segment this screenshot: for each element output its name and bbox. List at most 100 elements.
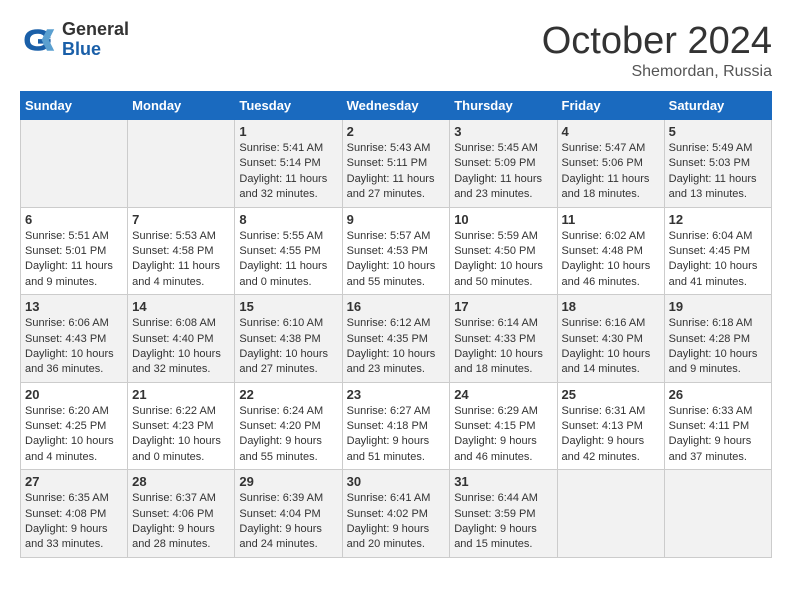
day-number: 19	[669, 299, 767, 314]
day-info: Sunrise: 5:59 AM Sunset: 4:50 PM Dayligh…	[454, 229, 552, 291]
weekday-header-friday: Friday	[557, 92, 664, 120]
day-number: 12	[669, 212, 767, 227]
logo-general: General	[62, 20, 129, 40]
day-info: Sunrise: 6:08 AM Sunset: 4:40 PM Dayligh…	[132, 316, 230, 378]
day-info: Sunrise: 5:45 AM Sunset: 5:09 PM Dayligh…	[454, 141, 552, 203]
day-info: Sunrise: 6:29 AM Sunset: 4:15 PM Dayligh…	[454, 404, 552, 466]
calendar-cell: 27 Sunrise: 6:35 AM Sunset: 4:08 PM Dayli…	[21, 470, 128, 558]
calendar-week-3: 13Sunrise: 6:06 AM Sunset: 4:43 PM Dayli…	[21, 295, 772, 383]
day-info: Sunrise: 5:41 AM Sunset: 5:14 PM Dayligh…	[239, 141, 337, 203]
calendar-cell: 17Sunrise: 6:14 AM Sunset: 4:33 PM Dayli…	[450, 295, 557, 383]
calendar-cell: 22 Sunrise: 6:24 AM Sunset: 4:20 PM Dayli…	[235, 382, 342, 470]
day-info: Sunrise: 6:39 AM Sunset: 4:04 PM Dayligh…	[239, 491, 337, 553]
day-number: 18	[562, 299, 660, 314]
calendar-cell: 25 Sunrise: 6:31 AM Sunset: 4:13 PM Dayli…	[557, 382, 664, 470]
day-number: 11	[562, 212, 660, 227]
day-info: Sunrise: 6:27 AM Sunset: 4:18 PM Dayligh…	[347, 404, 446, 466]
calendar-body: 1 Sunrise: 5:41 AM Sunset: 5:14 PM Daylig…	[21, 120, 772, 558]
day-number: 26	[669, 387, 767, 402]
calendar-table: SundayMondayTuesdayWednesdayThursdayFrid…	[20, 91, 772, 558]
day-info: Sunrise: 6:22 AM Sunset: 4:23 PM Dayligh…	[132, 404, 230, 466]
day-info: Sunrise: 6:20 AM Sunset: 4:25 PM Dayligh…	[25, 404, 123, 466]
day-info: Sunrise: 5:51 AM Sunset: 5:01 PM Dayligh…	[25, 229, 123, 291]
day-info: Sunrise: 5:57 AM Sunset: 4:53 PM Dayligh…	[347, 229, 446, 291]
calendar-cell: 23 Sunrise: 6:27 AM Sunset: 4:18 PM Dayli…	[342, 382, 450, 470]
calendar-cell: 20 Sunrise: 6:20 AM Sunset: 4:25 PM Dayli…	[21, 382, 128, 470]
day-info: Sunrise: 6:35 AM Sunset: 4:08 PM Dayligh…	[25, 491, 123, 553]
calendar-cell: 18 Sunrise: 6:16 AM Sunset: 4:30 PM Dayli…	[557, 295, 664, 383]
calendar-cell: 24 Sunrise: 6:29 AM Sunset: 4:15 PM Dayli…	[450, 382, 557, 470]
calendar-cell: 1 Sunrise: 5:41 AM Sunset: 5:14 PM Daylig…	[235, 120, 342, 208]
weekday-header-tuesday: Tuesday	[235, 92, 342, 120]
calendar-cell: 19 Sunrise: 6:18 AM Sunset: 4:28 PM Dayli…	[664, 295, 771, 383]
day-info: Sunrise: 6:14 AM Sunset: 4:33 PM Dayligh…	[454, 316, 552, 378]
day-info: Sunrise: 6:16 AM Sunset: 4:30 PM Dayligh…	[562, 316, 660, 378]
day-number: 29	[239, 474, 337, 489]
calendar-cell	[664, 470, 771, 558]
day-number: 4	[562, 124, 660, 139]
weekday-header-monday: Monday	[128, 92, 235, 120]
calendar-cell: 29 Sunrise: 6:39 AM Sunset: 4:04 PM Dayli…	[235, 470, 342, 558]
day-number: 15	[239, 299, 337, 314]
calendar-week-2: 6 Sunrise: 5:51 AM Sunset: 5:01 PM Daylig…	[21, 207, 772, 295]
day-info: Sunrise: 5:47 AM Sunset: 5:06 PM Dayligh…	[562, 141, 660, 203]
day-info: Sunrise: 5:53 AM Sunset: 4:58 PM Dayligh…	[132, 229, 230, 291]
day-info: Sunrise: 5:43 AM Sunset: 5:11 PM Dayligh…	[347, 141, 446, 203]
calendar-cell: 2 Sunrise: 5:43 AM Sunset: 5:11 PM Daylig…	[342, 120, 450, 208]
day-number: 22	[239, 387, 337, 402]
day-info: Sunrise: 6:12 AM Sunset: 4:35 PM Dayligh…	[347, 316, 446, 378]
day-info: Sunrise: 6:06 AM Sunset: 4:43 PM Dayligh…	[25, 316, 123, 378]
day-number: 31	[454, 474, 552, 489]
day-number: 6	[25, 212, 123, 227]
calendar-week-5: 27 Sunrise: 6:35 AM Sunset: 4:08 PM Dayli…	[21, 470, 772, 558]
day-number: 16	[347, 299, 446, 314]
day-info: Sunrise: 6:18 AM Sunset: 4:28 PM Dayligh…	[669, 316, 767, 378]
logo: General Blue	[20, 20, 129, 60]
calendar-cell	[128, 120, 235, 208]
weekday-header-row: SundayMondayTuesdayWednesdayThursdayFrid…	[21, 92, 772, 120]
day-number: 30	[347, 474, 446, 489]
logo-blue: Blue	[62, 40, 129, 60]
day-number: 2	[347, 124, 446, 139]
calendar-cell: 14Sunrise: 6:08 AM Sunset: 4:40 PM Dayli…	[128, 295, 235, 383]
day-info: Sunrise: 6:44 AM Sunset: 3:59 PM Dayligh…	[454, 491, 552, 553]
day-info: Sunrise: 6:04 AM Sunset: 4:45 PM Dayligh…	[669, 229, 767, 291]
weekday-header-sunday: Sunday	[21, 92, 128, 120]
calendar-cell: 28 Sunrise: 6:37 AM Sunset: 4:06 PM Dayli…	[128, 470, 235, 558]
header: General Blue October 2024 Shemordan, Rus…	[20, 20, 772, 81]
day-number: 23	[347, 387, 446, 402]
day-number: 27	[25, 474, 123, 489]
calendar-cell: 3Sunrise: 5:45 AM Sunset: 5:09 PM Daylig…	[450, 120, 557, 208]
day-info: Sunrise: 5:55 AM Sunset: 4:55 PM Dayligh…	[239, 229, 337, 291]
calendar-cell: 30Sunrise: 6:41 AM Sunset: 4:02 PM Dayli…	[342, 470, 450, 558]
day-number: 25	[562, 387, 660, 402]
day-number: 20	[25, 387, 123, 402]
calendar-cell: 7 Sunrise: 5:53 AM Sunset: 4:58 PM Daylig…	[128, 207, 235, 295]
day-number: 8	[239, 212, 337, 227]
day-number: 21	[132, 387, 230, 402]
day-info: Sunrise: 6:37 AM Sunset: 4:06 PM Dayligh…	[132, 491, 230, 553]
day-info: Sunrise: 6:31 AM Sunset: 4:13 PM Dayligh…	[562, 404, 660, 466]
day-info: Sunrise: 6:24 AM Sunset: 4:20 PM Dayligh…	[239, 404, 337, 466]
day-number: 7	[132, 212, 230, 227]
logo-icon	[20, 22, 56, 58]
calendar-cell: 9 Sunrise: 5:57 AM Sunset: 4:53 PM Daylig…	[342, 207, 450, 295]
calendar-cell	[21, 120, 128, 208]
day-info: Sunrise: 6:02 AM Sunset: 4:48 PM Dayligh…	[562, 229, 660, 291]
calendar-cell: 10Sunrise: 5:59 AM Sunset: 4:50 PM Dayli…	[450, 207, 557, 295]
title-area: October 2024 Shemordan, Russia	[542, 20, 772, 81]
calendar-cell: 4 Sunrise: 5:47 AM Sunset: 5:06 PM Daylig…	[557, 120, 664, 208]
calendar-subtitle: Shemordan, Russia	[542, 63, 772, 81]
day-number: 28	[132, 474, 230, 489]
calendar-cell: 6 Sunrise: 5:51 AM Sunset: 5:01 PM Daylig…	[21, 207, 128, 295]
calendar-cell: 26Sunrise: 6:33 AM Sunset: 4:11 PM Dayli…	[664, 382, 771, 470]
calendar-cell: 15Sunrise: 6:10 AM Sunset: 4:38 PM Dayli…	[235, 295, 342, 383]
day-number: 9	[347, 212, 446, 227]
calendar-cell	[557, 470, 664, 558]
day-number: 1	[239, 124, 337, 139]
calendar-cell: 13Sunrise: 6:06 AM Sunset: 4:43 PM Dayli…	[21, 295, 128, 383]
day-number: 5	[669, 124, 767, 139]
calendar-title: October 2024	[542, 20, 772, 63]
day-number: 24	[454, 387, 552, 402]
calendar-cell: 8 Sunrise: 5:55 AM Sunset: 4:55 PM Daylig…	[235, 207, 342, 295]
